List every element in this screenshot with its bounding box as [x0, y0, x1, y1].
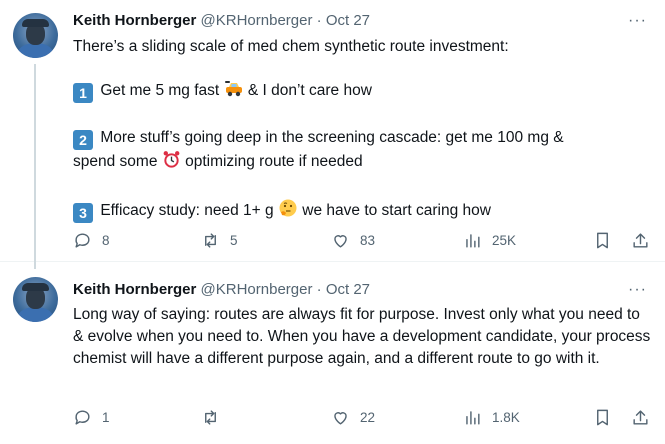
list-item-3-text-b: we have to start caring how — [302, 202, 491, 219]
separator-dot: · — [316, 12, 322, 29]
repost-button[interactable]: 5 — [201, 228, 238, 252]
list-item-1-text-a: Get me 5 mg fast — [100, 82, 220, 99]
list-item-2: 2 More stuff’s going deep in the screeni… — [73, 127, 651, 150]
author-handle[interactable]: @KRHornberger — [201, 12, 313, 29]
bookmark-button[interactable] — [593, 405, 612, 429]
like-count: 83 — [360, 232, 376, 248]
bookmark-icon — [597, 409, 608, 425]
list-item-2-text-c: optimizing route if needed — [185, 153, 363, 170]
list-item-3-text-a: Efficacy study: need 1+ g — [100, 202, 274, 219]
tweet[interactable]: Keith Hornberger @KRHornberger · Oct 27 … — [0, 262, 665, 444]
share-icon — [633, 409, 648, 425]
share-button[interactable] — [631, 228, 650, 252]
repost-button[interactable] — [201, 405, 230, 429]
keycap-1-icon: 1 — [73, 83, 93, 103]
avatar[interactable] — [13, 13, 58, 58]
alarm-clock-emoji-icon — [162, 150, 181, 176]
views-button[interactable]: 1.8K — [463, 405, 520, 429]
share-button[interactable] — [631, 405, 650, 429]
repost-icon — [205, 232, 216, 248]
keycap-2-icon: 2 — [73, 130, 93, 150]
reply-icon — [75, 409, 90, 425]
like-button[interactable]: 22 — [331, 405, 375, 429]
tweet-actions: 8 5 83 25K — [73, 228, 653, 252]
views-icon — [466, 410, 480, 425]
repost-count: 5 — [230, 232, 238, 248]
thinking-face-emoji-icon — [278, 198, 298, 225]
tweet-text: Long way of saying: routes are always fi… — [73, 306, 651, 367]
tweet-intro: There’s a sliding scale of med chem synt… — [73, 38, 509, 55]
bookmark-icon — [597, 232, 608, 248]
share-icon — [633, 232, 648, 248]
like-icon — [334, 234, 347, 248]
repost-icon — [205, 409, 216, 425]
reply-button[interactable]: 8 — [73, 228, 110, 252]
car-emoji-icon — [224, 80, 244, 105]
author-handle[interactable]: @KRHornberger — [201, 281, 313, 298]
list-item-1-text-b: & I don’t care how — [247, 82, 372, 99]
like-icon — [334, 411, 347, 425]
reply-button[interactable]: 1 — [73, 405, 110, 429]
list-item-2-text-b: spend some — [73, 153, 158, 170]
list-item-2-cont: spend some optimizing route if needed — [73, 150, 651, 176]
thread-line — [34, 64, 36, 269]
tweet-date[interactable]: Oct 27 — [326, 12, 370, 29]
author-name[interactable]: Keith Hornberger — [73, 12, 196, 29]
reply-count: 1 — [102, 409, 110, 425]
tweet-header: Keith Hornberger @KRHornberger · Oct 27 — [73, 11, 370, 31]
like-count: 22 — [360, 409, 376, 425]
list-item-3: 3 Efficacy study: need 1+ g we have to s… — [73, 198, 651, 225]
tweet-actions: 1 22 1.8K — [73, 405, 653, 429]
keycap-3-icon: 3 — [73, 203, 93, 223]
tweet[interactable]: Keith Hornberger @KRHornberger · Oct 27 … — [0, 0, 665, 269]
separator-dot: · — [316, 281, 322, 298]
reply-count: 8 — [102, 232, 110, 248]
like-button[interactable]: 83 — [331, 228, 375, 252]
list-item-2-text-a: More stuff’s going deep in the screening… — [100, 129, 564, 146]
author-name[interactable]: Keith Hornberger — [73, 281, 196, 298]
tweet-header: Keith Hornberger @KRHornberger · Oct 27 — [73, 280, 370, 300]
views-count: 1.8K — [492, 409, 520, 425]
list-item-1: 1 Get me 5 mg fast & I don’t care how — [73, 80, 651, 105]
views-icon — [466, 233, 480, 248]
more-options-icon[interactable]: ··· — [628, 280, 647, 300]
avatar[interactable] — [13, 277, 58, 322]
views-count: 25K — [492, 232, 517, 248]
tweet-text: There’s a sliding scale of med chem synt… — [73, 36, 651, 225]
more-options-icon[interactable]: ··· — [628, 11, 647, 31]
reply-icon — [75, 232, 90, 248]
tweet-date[interactable]: Oct 27 — [326, 281, 370, 298]
views-button[interactable]: 25K — [463, 228, 516, 252]
bookmark-button[interactable] — [593, 228, 612, 252]
